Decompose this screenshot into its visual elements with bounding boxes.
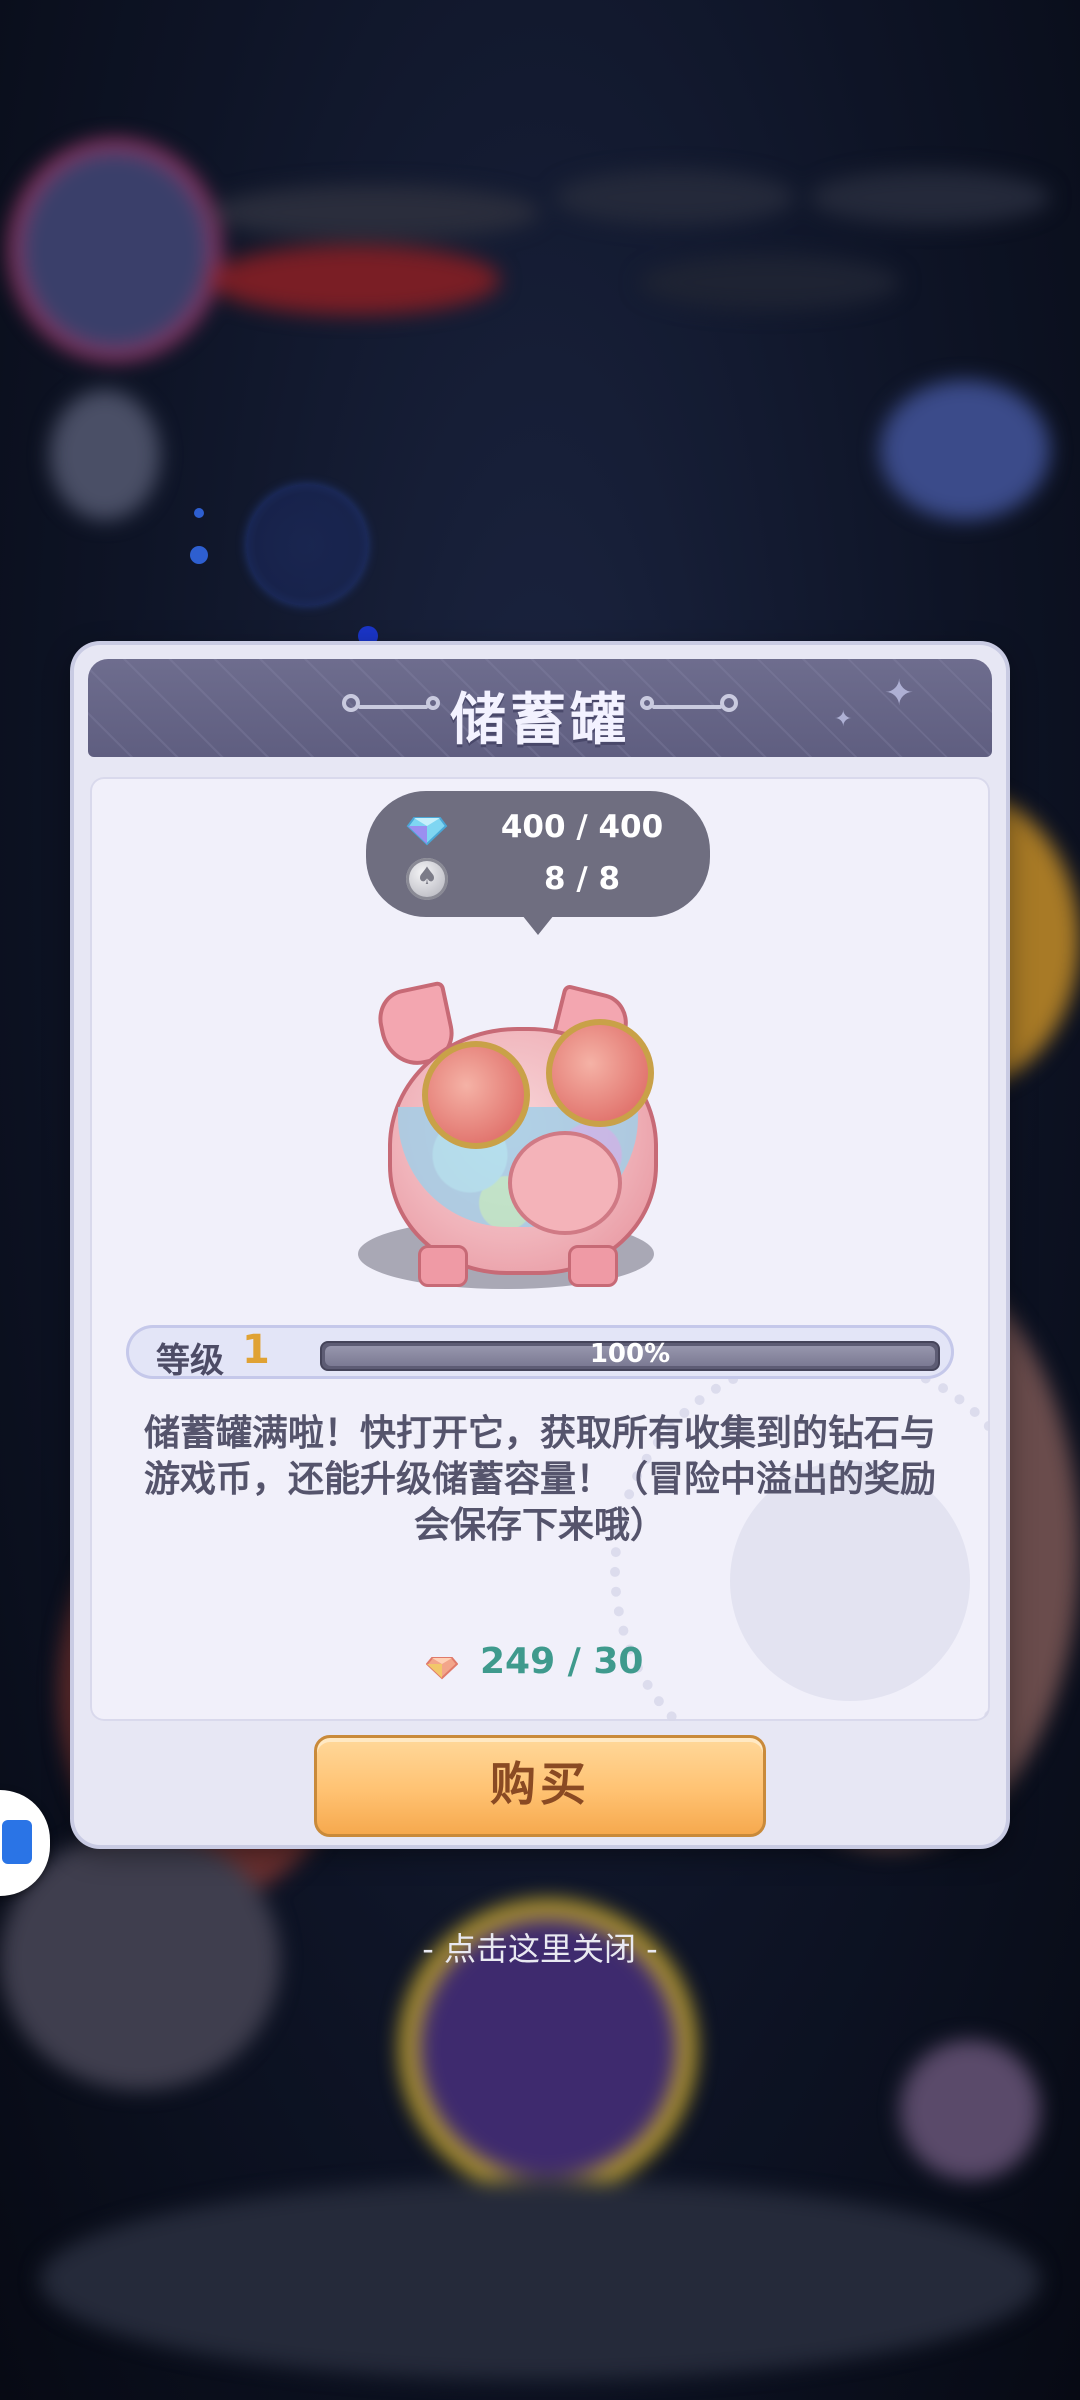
modal-content: 400 / 400 ♠ 8 / 8 等级 1 100% 储蓄罐满啦！快打开它，获… xyxy=(90,777,990,1721)
diamond-value: 400 / 400 xyxy=(500,809,664,845)
background-dot xyxy=(194,508,204,518)
diamond-icon xyxy=(406,806,448,848)
background-dot xyxy=(190,546,208,564)
header-ornament-right xyxy=(618,694,738,712)
piggy-bank-modal: 储蓄罐 ✦ ✦ 400 / 400 ♠ 8 / 8 等级 1 100% 储蓄罐满… xyxy=(74,645,1006,1845)
price-row: 249 / 30 xyxy=(90,1639,990,1695)
buy-button[interactable]: 购买 xyxy=(314,1735,766,1837)
sparkle-icon: ✦ xyxy=(834,707,853,732)
floating-app-icon xyxy=(2,1820,32,1864)
resource-bubble: 400 / 400 ♠ 8 / 8 xyxy=(366,791,710,935)
piggy-bank-illustration xyxy=(358,980,678,1297)
level-label: 等级 xyxy=(156,1341,224,1381)
level-progress-text: 100% xyxy=(589,1339,671,1369)
modal-title: 储蓄罐 xyxy=(450,687,630,753)
level-progress-bar: 100% xyxy=(320,1339,940,1371)
coin-value: 8 / 8 xyxy=(543,861,621,897)
price-value: 249 / 30 xyxy=(480,1641,644,1682)
coin-icon: ♠ xyxy=(406,858,448,900)
coin-row: ♠ 8 / 8 xyxy=(406,855,676,903)
gem-icon xyxy=(425,1649,459,1681)
level-bar: 等级 1 100% xyxy=(126,1325,954,1381)
background-orb xyxy=(246,484,368,606)
description-text: 储蓄罐满啦！快打开它，获取所有收集到的钻石与游戏币，还能升级储蓄容量！（冒险中溢… xyxy=(143,1413,936,1546)
modal-header: 储蓄罐 ✦ ✦ xyxy=(88,659,992,757)
diamond-row: 400 / 400 xyxy=(406,803,676,851)
sparkle-icon: ✦ xyxy=(884,673,915,714)
close-hint[interactable]: - 点击这里关闭 - xyxy=(0,1924,1080,1970)
background-dot xyxy=(358,626,378,646)
level-number: 1 xyxy=(242,1327,270,1373)
